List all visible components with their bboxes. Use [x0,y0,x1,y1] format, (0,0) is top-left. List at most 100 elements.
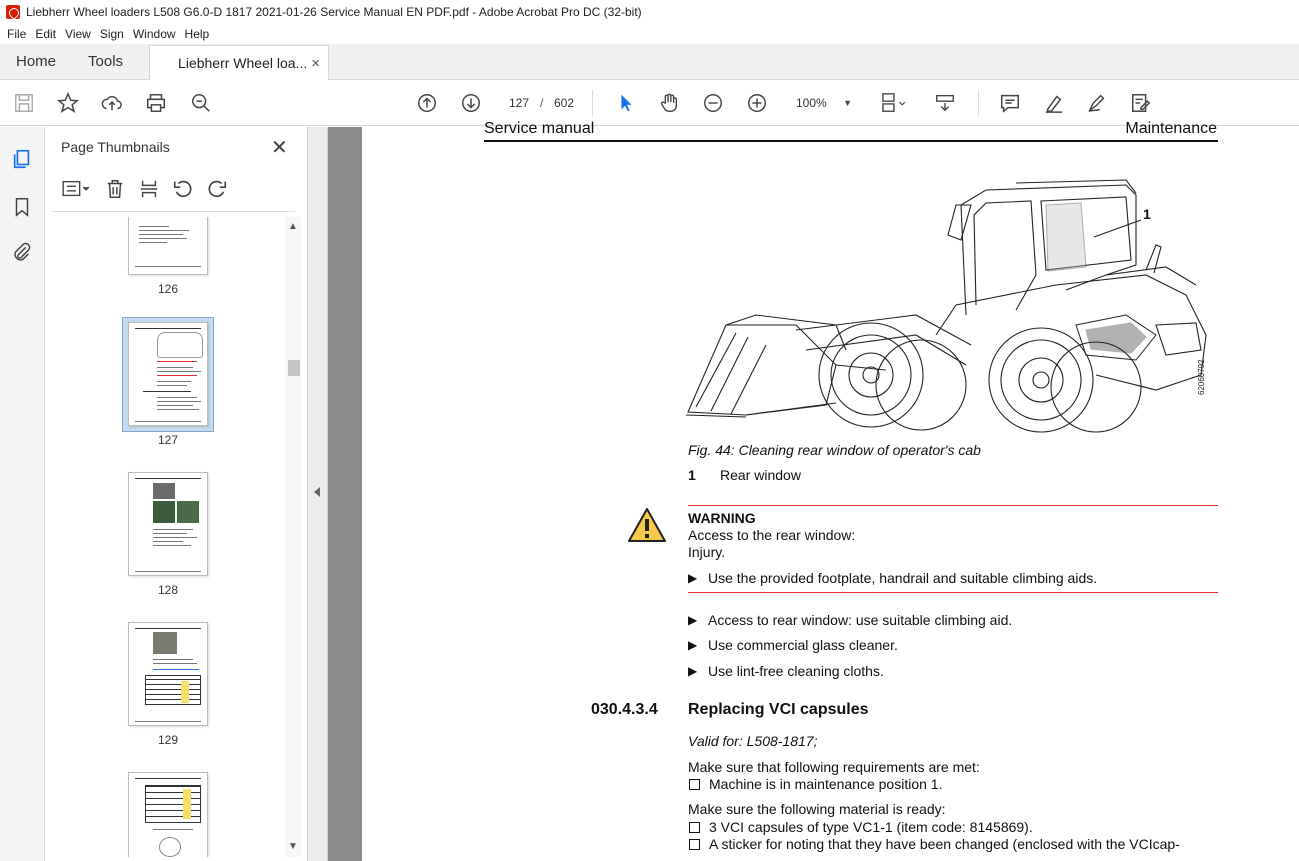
scroll-down-icon[interactable]: ▼ [288,841,298,852]
star-icon[interactable] [56,91,80,115]
zoom-out-icon[interactable] [701,91,725,115]
scroll-mode-icon[interactable] [933,91,957,115]
thumbnail-photo [153,483,175,499]
previous-page-icon[interactable] [415,91,439,115]
requirements-intro: Make sure that following requirements ar… [688,759,980,775]
step-item: ▶ Use lint-free cleaning cloths. [688,663,884,679]
tab-document-label: Liebherr Wheel loa... [178,55,308,71]
step-text: Use commercial glass cleaner. [708,637,898,653]
zoom-level-value: 100% [796,96,827,110]
insert-page-icon[interactable] [137,177,161,201]
bookmark-icon[interactable] [10,195,34,219]
thumbnail-label: 127 [157,433,179,447]
thumbnail-table [145,785,201,823]
select-cursor-icon[interactable] [614,91,638,115]
warning-line: Access to the rear window: [688,527,856,543]
next-page-icon[interactable] [459,91,483,115]
page-separator: / [540,96,544,110]
menu-help[interactable]: Help [185,27,210,41]
thumbnail-page-127[interactable] [128,322,208,426]
thumbnail-photo [153,501,175,523]
figure-code: 62060792 [1197,359,1206,395]
close-panel-icon[interactable]: ✕ [271,135,288,160]
thumbnail-photo [153,632,177,654]
page-number-input[interactable]: 127 [500,92,538,114]
left-rail [0,127,45,861]
print-icon[interactable] [144,91,168,115]
page-fit-icon[interactable] [876,91,910,115]
toolbar-divider [592,90,593,116]
upload-cloud-icon[interactable] [100,91,124,115]
menu-sign[interactable]: Sign [100,27,124,41]
checkbox-icon [689,839,700,850]
scroll-up-icon[interactable]: ▲ [288,221,298,232]
thumbnail-page-126[interactable] [128,217,208,275]
scrollbar-thumb[interactable] [288,360,300,376]
thumbnails-panel: Page Thumbnails ✕ 126 127 128 129 ▲ ▼ [45,127,308,861]
step-item: ▶ Access to rear window: use suitable cl… [688,612,1012,628]
thumbnail-figure [159,837,181,857]
thumbnail-label: 129 [157,733,179,747]
thumbnail-figure [157,332,203,358]
thumbnail-list: 126 127 128 129 [45,217,285,857]
close-tab-icon[interactable]: × [311,55,320,72]
thumbnail-tools [59,177,239,201]
menu-bar: File Edit View Sign Window Help [0,24,1299,44]
thumbnail-photo [177,501,199,523]
tab-home[interactable]: Home [0,44,72,79]
page-thumbnails-icon[interactable] [10,147,34,171]
step-text: Access to rear window: use suitable clim… [708,612,1013,628]
thumbnail-label: 128 [157,583,179,597]
thumbnail-page-128[interactable] [128,472,208,576]
checkbox-icon [689,779,700,790]
thumbnail-page-129[interactable] [128,622,208,726]
divider [53,211,295,212]
warning-bottom-rule [688,592,1218,593]
page-header-left: Service manual [484,120,595,137]
menu-file[interactable]: File [7,27,26,41]
warning-action-text: Use the provided footplate, handrail and… [708,570,1098,586]
zoom-level-dropdown[interactable]: 100% ▼ [786,92,856,114]
highlight-pen-icon[interactable] [1042,91,1066,115]
title-bar: Liebherr Wheel loaders L508 G6.0-D 1817 … [0,0,1299,24]
step-item: ▶ Use commercial glass cleaner. [688,637,898,653]
rotate-right-icon[interactable] [205,177,229,201]
material-text: 3 VCI capsules of type VC1-1 (item code:… [709,819,1033,835]
warning-action: ▶ Use the provided footplate, handrail a… [688,570,1097,586]
zoom-in-icon[interactable] [745,91,769,115]
zoom-search-icon[interactable] [189,91,213,115]
checkbox-icon [689,822,700,833]
comment-icon[interactable] [998,91,1022,115]
menu-edit[interactable]: Edit [35,27,56,41]
legend-text: Rear window [720,467,801,483]
attachment-icon[interactable] [10,240,34,264]
draw-sign-icon[interactable] [1085,91,1109,115]
bullet-arrow-icon: ▶ [688,571,698,585]
step-text: Use lint-free cleaning cloths. [708,663,884,679]
thumbnail-page-130[interactable] [128,772,208,857]
toolbar-divider [978,90,979,116]
menu-view[interactable]: View [65,27,91,41]
hand-tool-icon[interactable] [657,91,681,115]
save-icon[interactable] [12,91,36,115]
menu-window[interactable]: Window [133,27,176,41]
tab-document[interactable]: Liebherr Wheel loa... × [149,45,330,80]
tab-tools[interactable]: Tools [72,44,139,79]
edit-pdf-icon[interactable] [1129,91,1153,115]
thumbnail-scrollbar[interactable] [285,217,301,857]
bullet-arrow-icon: ▶ [688,638,698,652]
material-text: A sticker for noting that they have been… [709,836,1180,852]
section-number: 030.4.3.4 [591,701,658,718]
warning-line: Injury. [688,544,726,560]
wheel-loader-illustration [686,179,1207,433]
thumbnail-table-highlight [181,681,189,703]
material-intro: Make sure the following material is read… [688,801,946,817]
options-menu-icon[interactable] [59,177,93,201]
chevron-down-icon: ▼ [843,98,852,108]
material-item: A sticker for noting that they have been… [688,836,1180,852]
thumbnail-table [145,675,201,705]
delete-icon[interactable] [103,177,127,201]
rotate-left-icon[interactable] [171,177,195,201]
collapse-panel-button[interactable] [308,127,328,861]
total-pages: 602 [554,96,575,110]
